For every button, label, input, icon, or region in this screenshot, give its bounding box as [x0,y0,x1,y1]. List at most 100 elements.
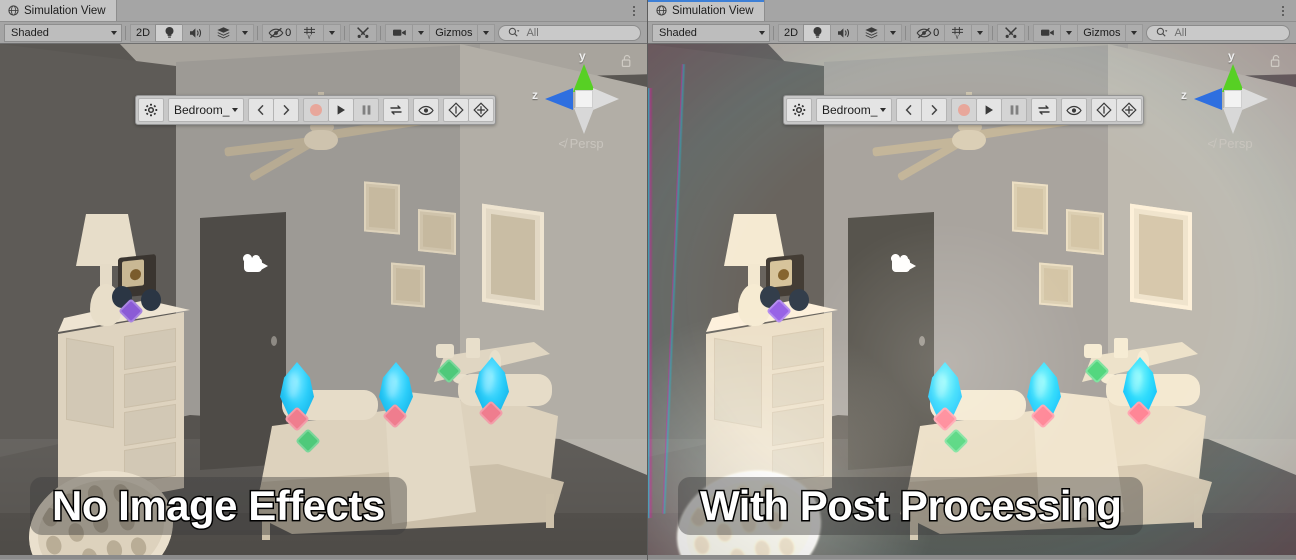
effects-layers-icon [863,26,879,40]
chevron-right-icon [281,104,291,116]
grid-visibility-button[interactable]: y [944,23,973,42]
toggle-2d-button[interactable]: 2D [130,23,157,42]
toolbar-separator [992,25,994,40]
gizmo-axis-y-cone[interactable] [573,64,595,92]
draw-mode-dropdown[interactable]: Shaded [4,23,122,42]
play-button[interactable] [976,98,1003,122]
previous-scene-button[interactable] [896,98,923,122]
preview-toggle-button[interactable] [413,98,440,122]
search-icon [1154,26,1170,40]
more-options-icon[interactable] [1274,0,1292,21]
hidden-objects-button[interactable]: 0 [910,23,946,42]
gizmos-dropdown[interactable] [1125,23,1144,42]
fx-dropdown[interactable] [236,23,255,42]
tools-icon [355,26,371,40]
scene-selector-dropdown[interactable]: Bedroom_ [816,98,893,122]
scene-lighting-button[interactable] [803,23,832,42]
gizmos-button[interactable]: Gizmos [1077,23,1127,42]
gizmo-projection-label[interactable]: ≮ Persp [531,136,631,151]
search-input[interactable]: All [1146,24,1290,41]
scene-audio-button[interactable] [830,23,859,42]
next-scene-button[interactable] [921,98,948,122]
draw-mode-dropdown[interactable]: Shaded [652,23,770,42]
gizmos-label: Gizmos [1083,26,1121,39]
tab-strip-filler-left [116,0,625,21]
search-placeholder: All [526,26,539,39]
tab-strip-filler-right [764,0,1274,21]
camera-dropdown[interactable] [412,23,431,42]
viewport-left[interactable]: Bedroom_ y z ≮ Persp No Image Effects [0,44,647,559]
grid-dropdown[interactable] [971,23,990,42]
view-toolbar-left: Shaded 2D 0 y Gizmos All [0,22,647,44]
camera-gizmo-icon [888,254,920,276]
target-button[interactable] [1116,98,1143,122]
toggle-2d-button[interactable]: 2D [778,23,805,42]
loop-icon [1037,104,1051,116]
scene-tools-button[interactable] [997,23,1026,42]
pause-button[interactable] [1001,98,1028,122]
camera-gizmo-icon [240,254,272,276]
scene-tools-button[interactable] [349,23,378,42]
info-button[interactable] [1091,98,1118,122]
gizmo-center-cube[interactable] [1224,90,1242,108]
settings-button[interactable] [786,98,812,122]
gizmo-axis-z-cone[interactable] [545,88,573,110]
target-button[interactable] [468,98,495,122]
bed-leg [546,494,554,528]
draw-mode-label: Shaded [659,26,697,39]
speaker-icon [188,26,204,40]
info-button[interactable] [443,98,470,122]
gizmo-axis-z-cone[interactable] [1194,88,1222,110]
tab-label: Simulation View [672,4,754,17]
gizmos-dropdown[interactable] [477,23,496,42]
gizmo-axis-x-cone[interactable] [1242,88,1268,110]
info-circle-icon [448,102,465,118]
fx-toggle-button[interactable] [857,23,886,42]
camera-dropdown[interactable] [1060,23,1079,42]
play-control-bar-left: Bedroom_ [135,95,497,125]
play-button[interactable] [328,98,355,122]
gizmo-projection-label[interactable]: ≮ Persp [1180,136,1280,151]
record-button[interactable] [951,98,978,122]
tab-simulation-view-left[interactable]: Simulation View [0,0,117,21]
preview-toggle-button[interactable] [1061,98,1088,122]
play-icon [983,104,995,116]
viewport-right[interactable]: Bedroom_ y z ≮ Persp With Post Processin… [648,44,1296,559]
toolbar-separator [1028,25,1030,40]
scene-orientation-gizmo-right[interactable]: y z ≮ Persp [1180,49,1284,160]
search-input[interactable]: All [498,24,641,41]
scene-lighting-button[interactable] [155,23,184,42]
more-options-icon[interactable] [625,0,643,21]
fx-toggle-button[interactable] [209,23,238,42]
record-button[interactable] [303,98,330,122]
effects-layers-icon [215,26,231,40]
gizmo-axis-negy-cone[interactable] [574,108,594,134]
settings-button[interactable] [138,98,164,122]
scene-camera-button[interactable] [1033,23,1062,42]
lock-open-icon[interactable] [1270,54,1282,68]
gizmo-axis-x-cone[interactable] [593,88,619,110]
previous-scene-button[interactable] [248,98,275,122]
tab-simulation-view-right[interactable]: Simulation View [648,0,765,21]
fx-dropdown[interactable] [884,23,903,42]
record-icon [958,104,971,116]
scene-selector-dropdown[interactable]: Bedroom_ [168,98,245,122]
gizmo-center-cube[interactable] [575,90,593,108]
gizmos-button[interactable]: Gizmos [429,23,479,42]
loop-button[interactable] [383,98,410,122]
grid-visibility-button[interactable]: y [296,23,325,42]
scene-orientation-gizmo-left[interactable]: y z ≮ Persp [531,49,635,160]
loop-button[interactable] [1031,98,1058,122]
gizmo-axis-y-cone[interactable] [1222,64,1244,92]
next-scene-button[interactable] [273,98,300,122]
eye-slash-icon [268,26,284,40]
eye-icon [1066,105,1083,116]
grid-dropdown[interactable] [323,23,342,42]
lock-open-icon[interactable] [621,54,633,68]
gizmo-axis-negy-cone[interactable] [1223,108,1243,134]
scene-audio-button[interactable] [182,23,211,42]
scene-camera-button[interactable] [385,23,414,42]
door-knob [271,336,277,346]
pause-button[interactable] [353,98,380,122]
hidden-objects-button[interactable]: 0 [262,23,298,42]
